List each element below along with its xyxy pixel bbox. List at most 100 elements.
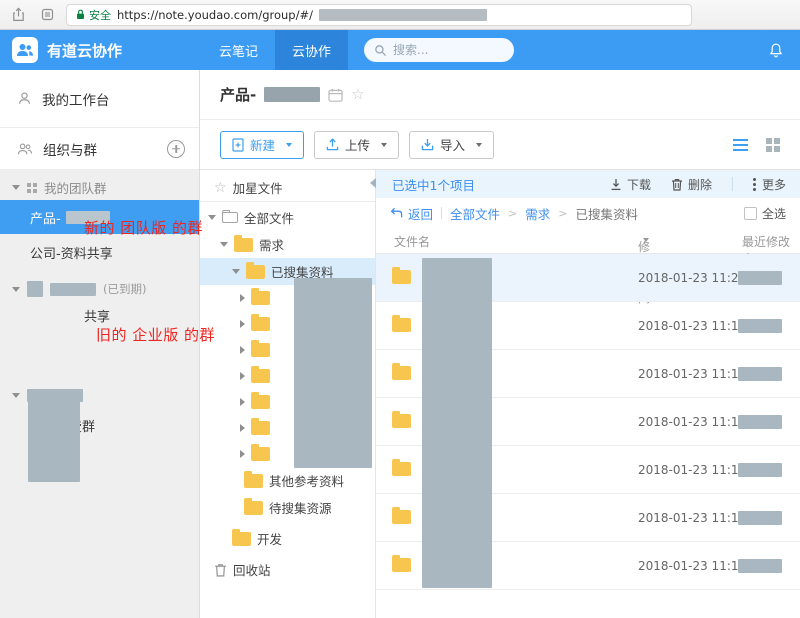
redacted-editor [738, 415, 782, 429]
chevron-right-icon[interactable] [240, 398, 245, 406]
folder-icon [392, 507, 411, 524]
folder-icon [246, 261, 265, 279]
download-button[interactable]: 下载 [610, 176, 651, 193]
table-header: 文件名 修改时间 最近修改人 [376, 228, 800, 305]
breadcrumb-requirements[interactable]: 需求 [525, 204, 550, 223]
chevron-down-icon[interactable] [232, 269, 240, 274]
sidebar-item-org-groups[interactable]: 组织与群 [0, 128, 199, 170]
folder-icon [251, 418, 270, 435]
sort-desc-icon [643, 238, 649, 242]
sidebar-item-company-share[interactable]: 公司-资料共享 [0, 234, 199, 270]
user-icon [19, 92, 30, 104]
annotation-old-enterprise-group: 旧的 企业版 的群 [96, 326, 216, 344]
redacted-avatar-block [28, 398, 80, 482]
folder-icon [392, 555, 411, 572]
grid-view-icon[interactable] [766, 137, 780, 152]
dev-label: 开发 [257, 532, 283, 547]
download-label: 下载 [626, 177, 651, 192]
search-box[interactable] [364, 38, 515, 62]
import-icon [421, 139, 434, 151]
chevron-right-icon[interactable] [240, 450, 245, 458]
checkbox-icon[interactable] [743, 206, 757, 220]
chevron-down-icon[interactable] [220, 242, 228, 247]
sidebar-group-team-header[interactable]: 我的团队群 [0, 174, 199, 200]
breadcrumb: 返回 全部文件 > 需求 > 已搜集资料 全选 [376, 198, 800, 228]
folder-icon [392, 459, 411, 476]
star-icon[interactable]: ☆ [351, 87, 364, 102]
add-group-button[interactable] [167, 139, 185, 158]
new-doc-icon [232, 137, 244, 152]
delete-button[interactable]: 删除 [671, 176, 712, 193]
breadcrumb-all-files[interactable]: 全部文件 [450, 204, 500, 223]
tree-item-other-refs[interactable]: 其他参考资料 [200, 467, 375, 494]
redacted-url [318, 8, 487, 21]
folder-icon [244, 470, 263, 488]
import-button-label: 导入 [440, 138, 466, 153]
folder-icon [392, 363, 411, 380]
tabs-icon[interactable] [37, 5, 57, 25]
chevron-right-icon[interactable] [240, 294, 245, 302]
annotation-new-team-group: 新的 团队版 的群 [84, 219, 204, 237]
workbench-label: 我的工作台 [42, 92, 110, 109]
tree-item-all-files[interactable]: 全部文件 [200, 204, 375, 231]
search-input[interactable] [393, 43, 494, 57]
file-modified-time: 2018-01-23 11:15 [638, 511, 747, 525]
back-button[interactable]: 返回 [390, 204, 433, 223]
divider [441, 207, 443, 219]
org-groups-label: 组织与群 [43, 142, 97, 159]
star-icon: ☆ [214, 179, 227, 196]
folder-icon [251, 392, 270, 409]
chevron-down-icon [286, 142, 293, 147]
file-modified-time: 2018-01-23 11:17 [638, 319, 747, 333]
tree-item-starred[interactable]: ☆ 加星文件 [200, 174, 375, 202]
share-icon[interactable] [8, 5, 28, 25]
chevron-right-icon[interactable] [240, 320, 245, 328]
tree-item-recycle-bin[interactable]: 回收站 [200, 556, 375, 583]
chevron-right-icon[interactable] [240, 424, 245, 432]
more-label: 更多 [761, 177, 786, 192]
pending-resources-label: 待搜集资源 [269, 501, 332, 516]
tree-item-dev[interactable]: 开发 [200, 525, 375, 552]
sidebar-item-workbench[interactable]: 我的工作台 [0, 70, 199, 128]
company-share-label: 公司-资料共享 [30, 246, 113, 262]
new-button[interactable]: 新建 [220, 130, 305, 159]
group-title-prefix: 产品- [220, 86, 257, 104]
divider [731, 177, 733, 191]
select-all-checkbox[interactable]: 全选 [743, 205, 786, 222]
url-text: https://note.youdao.com/group/#/ [117, 7, 313, 22]
list-view-icon[interactable] [733, 138, 748, 151]
folder-icon [251, 444, 270, 461]
calendar-icon[interactable] [328, 88, 343, 102]
column-file-name[interactable]: 文件名 [394, 233, 430, 250]
chevron-down-icon[interactable] [12, 392, 20, 398]
tab-cloud-collab[interactable]: 云协作 [275, 30, 349, 70]
requirements-label: 需求 [259, 238, 285, 253]
partial-share-label: 共享 [84, 309, 111, 325]
upload-button-label: 上传 [345, 138, 371, 153]
notification-bell-icon[interactable] [768, 42, 784, 59]
chevron-down-icon[interactable] [12, 184, 20, 190]
folder-icon [392, 267, 411, 284]
tree-item-requirements[interactable]: 需求 [200, 231, 375, 258]
more-button[interactable]: 更多 [752, 176, 786, 193]
sidebar-group-expired-header[interactable]: (已到期) [0, 276, 199, 302]
return-icon [390, 207, 403, 218]
app-logo-icon[interactable] [12, 37, 38, 63]
upload-button[interactable]: 上传 [314, 130, 400, 159]
chevron-right-icon[interactable] [240, 346, 245, 354]
tree-item-pending-resources[interactable]: 待搜集资源 [200, 494, 375, 521]
chevron-down-icon[interactable] [12, 286, 20, 292]
chevron-down-icon[interactable] [208, 215, 216, 220]
folder-icon [232, 528, 251, 546]
chevron-right-icon[interactable] [240, 372, 245, 380]
collapse-tree-icon[interactable] [370, 178, 376, 188]
folder-tree: ☆ 加星文件 全部文件 需求 已搜集资料 其他参考资料 待搜集资源 开发 回收站 [200, 170, 376, 618]
address-bar[interactable]: 安全 https://note.youdao.com/group/#/ [66, 3, 692, 26]
file-modified-time: 2018-01-23 11:16 [638, 415, 747, 429]
expired-badge: (已到期) [103, 282, 147, 296]
new-button-label: 新建 [250, 138, 276, 153]
import-button[interactable]: 导入 [409, 130, 495, 159]
starred-label: 加星文件 [232, 181, 283, 196]
trash-icon [671, 178, 682, 191]
tab-cloud-note[interactable]: 云笔记 [202, 30, 275, 70]
